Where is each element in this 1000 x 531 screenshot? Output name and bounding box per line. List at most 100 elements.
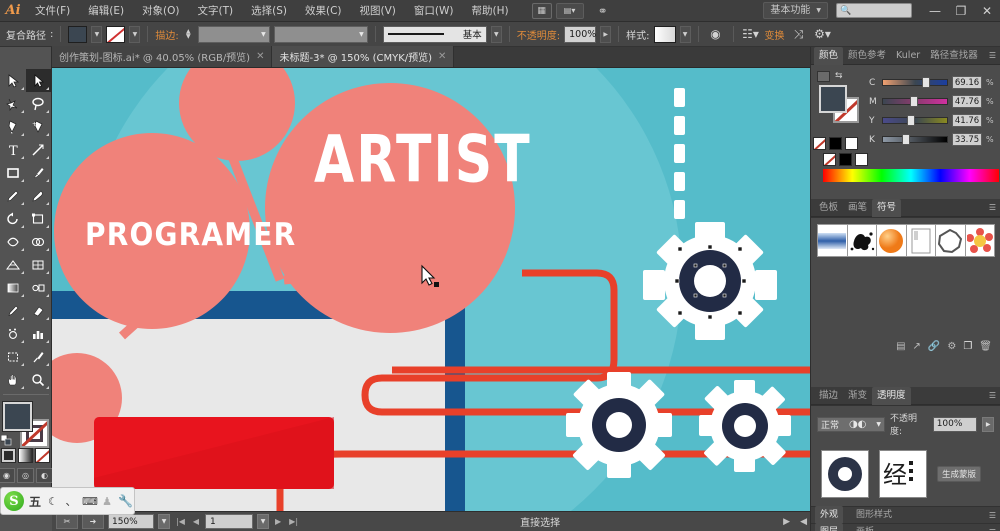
zoom-dropdown-icon[interactable]: ▼ [158, 514, 170, 529]
draw-inside-button[interactable]: ◐ [36, 467, 53, 483]
tab-symbols[interactable]: 符号 [872, 198, 902, 217]
status-export-icon[interactable]: ➜ [82, 514, 104, 529]
slider-value-y[interactable]: 41.76 [952, 114, 982, 127]
opacity-label[interactable]: 不透明度: [517, 27, 560, 42]
gradient-tool[interactable] [1, 276, 26, 299]
symbol-splatter[interactable] [846, 224, 877, 257]
shape-builder-tool[interactable] [26, 230, 51, 253]
tab-color-guide[interactable]: 颜色参考 [843, 47, 891, 65]
slider-thumb-c[interactable] [922, 77, 931, 88]
recolor-artwork-icon[interactable]: ◉ [706, 25, 726, 44]
make-mask-button[interactable]: 生成蒙版 [937, 466, 982, 482]
blend-tool[interactable] [26, 276, 51, 299]
slider-thumb-m[interactable] [910, 96, 919, 107]
magic-wand-tool[interactable] [1, 92, 26, 115]
delete-symbol-icon[interactable]: 🗑 [979, 341, 992, 352]
stock-icon[interactable]: ⚭ [592, 2, 614, 20]
sogou-logo-icon[interactable]: S [4, 491, 24, 511]
opacity-flyout-icon[interactable]: ▶ [982, 416, 994, 432]
spectrum-black-chip[interactable] [839, 153, 852, 166]
appearance-panel-menu-icon[interactable]: ☰ [989, 511, 996, 520]
tab-kuler[interactable]: Kuler [891, 47, 925, 65]
menu-effect[interactable]: 效果(C) [296, 0, 351, 22]
symbol-gradient[interactable] [817, 224, 848, 257]
new-symbol-icon[interactable]: ❐ [963, 341, 972, 352]
tab-pathfinder[interactable]: 路径查找器 [925, 47, 983, 65]
zoom-tool[interactable] [26, 368, 51, 391]
slider-value-k[interactable]: 33.75 [952, 133, 982, 146]
artboard-dropdown-icon[interactable]: ▼ [257, 514, 270, 529]
first-artboard-icon[interactable]: |◀ [174, 517, 187, 526]
status-scroll-left-icon[interactable]: ◀ [797, 517, 810, 527]
symbol-options-icon[interactable]: ⚙ [947, 341, 956, 352]
width-tool[interactable] [1, 230, 26, 253]
workspace-switcher[interactable]: 基本功能 ▼ [763, 2, 828, 19]
zoom-level-input[interactable]: 150% [108, 514, 154, 529]
tab-artboards[interactable]: 画板 [851, 523, 879, 531]
rectangle-tool[interactable] [1, 161, 26, 184]
brush-definition-select[interactable]: 基本 [382, 25, 487, 43]
slider-track-m[interactable] [882, 96, 948, 107]
eraser-tool[interactable] [26, 299, 51, 322]
stroke-profile-select[interactable]: ▼ [273, 25, 368, 43]
type-tool[interactable]: T [1, 138, 26, 161]
color-spectrum-bar[interactable] [823, 169, 999, 182]
prev-artboard-icon[interactable]: ◀ [191, 517, 201, 526]
toolbar-fill-swatch[interactable] [1, 400, 33, 432]
symbols-panel-menu-icon[interactable]: ☰ [989, 203, 996, 212]
slider-thumb-y[interactable] [906, 115, 915, 126]
add-anchor-point-tool[interactable]: + [26, 115, 51, 138]
artwork[interactable]: PROGRAMER ARTIST [52, 68, 810, 511]
free-transform-tool[interactable] [26, 207, 51, 230]
color-fill-swatch[interactable] [819, 85, 847, 113]
none-swatch[interactable] [813, 137, 826, 150]
document-tab-1[interactable]: 创作策划-图标.ai* @ 40.05% (RGB/预览) ✕ [52, 46, 273, 67]
menu-edit[interactable]: 编辑(E) [79, 0, 133, 22]
color-panel-menu-icon[interactable]: ☰ [989, 51, 996, 60]
color-spectrum-icon[interactable] [817, 71, 830, 82]
hand-tool[interactable] [1, 368, 26, 391]
tab-layers[interactable]: 图层 [815, 523, 844, 531]
slider-track-y[interactable] [882, 115, 948, 126]
swap-fill-stroke-icon[interactable]: ⇆ [835, 71, 843, 81]
artwork-thumbnail[interactable] [821, 450, 869, 498]
spectrum-white-chip[interactable] [855, 153, 868, 166]
status-tool-label[interactable]: 直接选择 [304, 514, 776, 529]
tab-brushes[interactable]: 画笔 [843, 199, 872, 217]
fill-dropdown-icon[interactable]: ▼ [91, 25, 103, 43]
menu-object[interactable]: 对象(O) [133, 0, 188, 22]
lasso-tool[interactable] [26, 92, 51, 115]
document-tab-2-close-icon[interactable]: ✕ [438, 51, 446, 62]
moon-icon[interactable]: ☾ [46, 495, 60, 508]
comma-icon[interactable]: 、 [64, 493, 78, 509]
slice-tool[interactable] [26, 345, 51, 368]
blob-brush-tool[interactable] [26, 184, 51, 207]
document-tab-2[interactable]: 未标题-3* @ 150% (CMYK/预览) ✕ [272, 46, 455, 67]
restore-button[interactable]: ❐ [948, 0, 974, 22]
symbol-flower[interactable] [964, 224, 995, 257]
menu-select[interactable]: 选择(S) [242, 0, 296, 22]
place-symbol-icon[interactable]: ↗ [913, 341, 921, 352]
eyedropper-tool[interactable] [1, 299, 26, 322]
arrange-documents-icon[interactable]: ▤▾ [555, 2, 584, 19]
none-mode-button[interactable] [35, 447, 50, 463]
menu-help[interactable]: 帮助(H) [463, 0, 518, 22]
selection-tool[interactable] [1, 69, 26, 92]
symbol-libraries-icon[interactable]: ▤ [896, 341, 905, 352]
fill-color-swatch[interactable] [68, 25, 88, 43]
transform-label[interactable]: 变换 [765, 27, 785, 42]
stroke-weight-stepper[interactable]: ▲ ▼ [183, 26, 194, 43]
close-button[interactable]: ✕ [974, 0, 1000, 22]
symbol-ring[interactable] [935, 224, 966, 257]
status-flyout-icon[interactable]: ▶ [780, 517, 793, 527]
tab-graphic-styles[interactable]: 图形样式 [851, 506, 897, 524]
transparency-opacity-value[interactable]: 100% [932, 416, 978, 432]
status-cut-icon[interactable]: ✂ [56, 514, 78, 529]
stroke-weight-label[interactable]: 描边: [155, 27, 178, 42]
artboard-number-input[interactable]: 1 [205, 514, 254, 529]
spectrum-none-chip[interactable] [823, 153, 836, 166]
next-artboard-icon[interactable]: ▶ [273, 517, 283, 526]
stroke-dropdown-icon[interactable]: ▼ [129, 25, 141, 43]
slider-track-k[interactable] [882, 134, 948, 145]
align-icon[interactable]: ☷▾ [741, 25, 761, 44]
